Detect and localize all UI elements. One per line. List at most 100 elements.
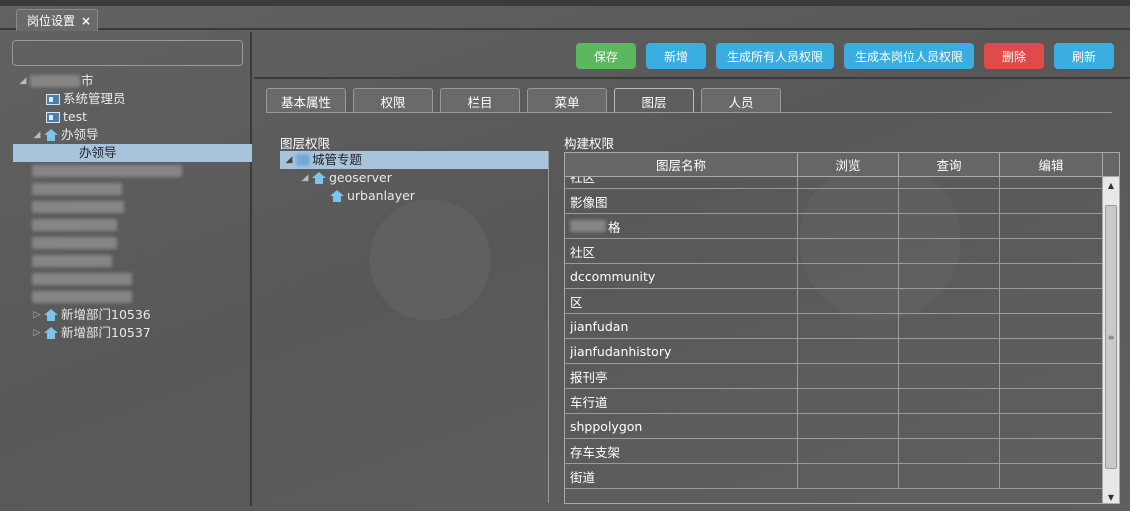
tree-item-blurred[interactable] <box>8 288 252 306</box>
save-button[interactable]: 保存 <box>575 43 636 69</box>
cell[interactable] <box>899 314 1000 338</box>
layer-tree-urbanlayer[interactable]: urbanlayer <box>280 187 550 205</box>
delete-button[interactable]: 删除 <box>984 43 1044 69</box>
cell[interactable] <box>1000 239 1103 263</box>
table-row[interactable]: 格 <box>565 214 1103 239</box>
table-row[interactable]: 报刊亭 <box>565 364 1103 389</box>
cell[interactable] <box>798 339 899 363</box>
tree-item-blurred[interactable] <box>8 198 252 216</box>
cell[interactable] <box>1000 314 1103 338</box>
table-row[interactable]: 区 <box>565 289 1103 314</box>
cell[interactable] <box>1000 264 1103 288</box>
cell[interactable] <box>899 214 1000 238</box>
cell[interactable] <box>1000 414 1103 438</box>
table-row[interactable]: 社区 <box>565 239 1103 264</box>
tree-item-blurred[interactable] <box>8 162 252 180</box>
cell[interactable] <box>899 189 1000 213</box>
cell[interactable] <box>899 414 1000 438</box>
tree-item-test[interactable]: test <box>8 108 252 126</box>
cell[interactable] <box>1000 339 1103 363</box>
table-row[interactable]: shppolygon <box>565 414 1103 439</box>
vertical-scrollbar[interactable]: ▲ ≡ ▼ <box>1102 177 1119 503</box>
scroll-thumb[interactable]: ≡ <box>1105 205 1117 469</box>
cell[interactable] <box>899 439 1000 463</box>
tree-item-blurred[interactable] <box>8 216 252 234</box>
search-input[interactable] <box>12 40 243 66</box>
table-row[interactable]: 社区 <box>565 177 1103 189</box>
cell[interactable] <box>798 314 899 338</box>
tab-post-settings[interactable]: 岗位设置 × <box>16 9 98 31</box>
table-row[interactable]: jianfudanhistory <box>565 339 1103 364</box>
generate-all-perms-button[interactable]: 生成所有人员权限 <box>715 43 834 69</box>
layer-tree-root[interactable]: ◢ 城管专题 <box>280 151 548 169</box>
column-header[interactable]: 浏览 <box>798 153 899 176</box>
tab-menu[interactable]: 菜单 <box>527 88 607 113</box>
tree-item-blurred[interactable] <box>8 252 252 270</box>
column-header[interactable]: 查询 <box>899 153 1000 176</box>
table-row[interactable]: 存车支架 <box>565 439 1103 464</box>
cell[interactable] <box>899 364 1000 388</box>
cell[interactable] <box>798 177 899 188</box>
cell[interactable] <box>798 364 899 388</box>
cell[interactable] <box>1000 464 1103 488</box>
tab-layer[interactable]: 图层 <box>614 88 694 113</box>
table-row[interactable]: jianfudan <box>565 314 1103 339</box>
collapse-icon[interactable]: ◢ <box>30 126 44 144</box>
tree-item-dept-10536[interactable]: ▷ 新增部门10536 <box>8 306 252 324</box>
tree-item-sysadmin[interactable]: 系统管理员 <box>8 90 252 108</box>
cell[interactable] <box>899 339 1000 363</box>
cell[interactable] <box>798 289 899 313</box>
scroll-down-icon[interactable]: ▼ <box>1103 489 1119 503</box>
table-row[interactable]: 车行道 <box>565 389 1103 414</box>
cell[interactable] <box>899 239 1000 263</box>
add-button[interactable]: 新增 <box>645 43 706 69</box>
cell[interactable] <box>899 464 1000 488</box>
table-row[interactable]: dccommunity <box>565 264 1103 289</box>
column-header[interactable]: 编辑 <box>1000 153 1103 176</box>
table-row[interactable]: 街道 <box>565 464 1103 489</box>
tree-item-office-leaders-child[interactable]: 办领导 <box>13 144 252 162</box>
cell[interactable] <box>1000 177 1103 188</box>
tree-item-blurred[interactable] <box>8 180 252 198</box>
generate-post-perms-button[interactable]: 生成本岗位人员权限 <box>843 43 974 69</box>
tree-item-office-leaders[interactable]: ◢ 办领导 <box>8 126 252 144</box>
cell[interactable] <box>798 189 899 213</box>
cell[interactable] <box>899 289 1000 313</box>
collapse-icon[interactable]: ◢ <box>298 169 312 187</box>
cell[interactable] <box>1000 189 1103 213</box>
cell[interactable] <box>798 239 899 263</box>
cell[interactable] <box>1000 439 1103 463</box>
cell[interactable] <box>1000 364 1103 388</box>
table-row[interactable]: 影像图 <box>565 189 1103 214</box>
cell[interactable] <box>798 464 899 488</box>
tree-item-blurred[interactable] <box>8 234 252 252</box>
cell[interactable] <box>1000 389 1103 413</box>
tab-personnel[interactable]: 人员 <box>701 88 781 113</box>
expand-icon[interactable]: ▷ <box>30 324 44 342</box>
tree-item-blurred[interactable] <box>8 270 252 288</box>
scroll-up-icon[interactable]: ▲ <box>1103 177 1119 193</box>
cell[interactable] <box>1000 214 1103 238</box>
cell[interactable] <box>798 414 899 438</box>
layer-tree-geoserver[interactable]: ◢ geoserver <box>280 169 550 187</box>
tree-root[interactable]: ◢ 市 <box>8 72 252 90</box>
cell[interactable] <box>899 177 1000 188</box>
close-icon[interactable]: × <box>81 14 91 28</box>
tab-column[interactable]: 栏目 <box>440 88 520 113</box>
cell[interactable] <box>899 264 1000 288</box>
refresh-button[interactable]: 刷新 <box>1054 43 1114 69</box>
expand-icon[interactable]: ▷ <box>30 306 44 324</box>
cell[interactable] <box>1000 289 1103 313</box>
cell[interactable] <box>899 389 1000 413</box>
tree-item-dept-10537[interactable]: ▷ 新增部门10537 <box>8 324 252 342</box>
tab-basic[interactable]: 基本属性 <box>266 88 346 113</box>
cell[interactable] <box>798 439 899 463</box>
cell[interactable] <box>798 264 899 288</box>
cell[interactable] <box>798 389 899 413</box>
collapse-icon[interactable]: ◢ <box>16 72 30 90</box>
tree-item-label: test <box>63 109 88 124</box>
collapse-icon[interactable]: ◢ <box>282 151 296 169</box>
cell[interactable] <box>798 214 899 238</box>
column-header[interactable]: 图层名称 <box>565 153 798 176</box>
tab-permission[interactable]: 权限 <box>353 88 433 113</box>
